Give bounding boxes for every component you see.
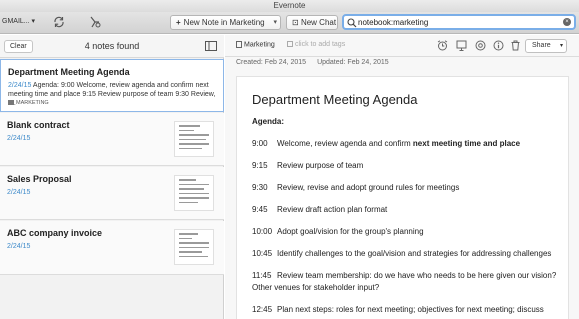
agenda-text: Welcome, review agenda and confirm [277,139,413,148]
created-date: Created: Feb 24, 2015 [236,59,307,66]
agenda-item: 12:45 Plan next steps: roles for next mee… [252,304,557,316]
note-date: 2/24/15 [7,189,31,196]
note-title: Sales Proposal [7,174,72,184]
note-item[interactable]: Sales Proposal 2/24/15 [0,167,224,220]
new-chat-button[interactable]: ⊡ New Chat [286,15,338,30]
tags-field[interactable]: click to add tags [287,41,345,48]
agenda-time: 9:15 [252,161,268,170]
note-snippet-text: Agenda: 9:00 Welcome, review agenda and … [31,82,209,89]
notebook-tag-icon [8,100,14,106]
note-thumbnail [174,229,214,265]
chevron-down-icon[interactable]: ▾ [560,40,563,52]
account-switcher[interactable]: GMAIL... ▾ [2,17,35,25]
agenda-item: 9:30 Review, revise and adopt ground rule… [252,182,557,194]
clear-search-icon[interactable]: × [563,18,571,26]
notebook-icon [236,41,242,48]
reminder-icon[interactable] [437,40,448,51]
agenda-time: 9:30 [252,183,268,192]
editor-toolbar: Marketing click to add tags Share ▾ [225,35,579,57]
note-item[interactable]: ABC company invoice 2/24/15 [0,221,224,275]
agenda-text: Review draft action plan format [277,205,388,214]
notes-count: 4 notes found [84,41,140,51]
agenda-text: Plan next steps: roles for next meeting;… [277,305,544,314]
chat-icon: ⊡ [292,18,301,27]
note-tag-label: MARKETING [16,100,49,106]
view-options-icon[interactable] [205,41,217,51]
agenda-time: 9:00 [252,139,268,148]
note-date: 2/24/15 [8,82,32,89]
agenda-text: Adopt goal/vision for the group's planni… [277,227,424,236]
shortcut-icon[interactable] [475,40,486,51]
present-icon[interactable] [456,40,467,51]
sync-icon[interactable] [52,15,66,29]
agenda-text-bold: next meeting time and place [412,139,521,148]
tag-icon [287,41,293,48]
search-box[interactable]: × [342,14,576,30]
toolbar: GMAIL... ▾ + New Note in Marketing ▾ ⊡ Ne… [0,12,579,34]
note-metadata: Created: Feb 24, 2015 Updated: Feb 24, 20… [236,59,400,66]
activity-icon[interactable] [88,15,102,29]
share-button[interactable]: Share ▾ [525,39,567,53]
agenda-time: 12:45 [252,305,273,314]
agenda-heading: Agenda: [252,117,284,126]
note-title: Department Meeting Agenda [8,67,130,77]
agenda-item: 9:00 Welcome, review agenda and confirm n… [252,138,557,150]
note-list-header: Clear 4 notes found [0,35,224,58]
note-editor: Marketing click to add tags Share ▾ Creat… [225,35,579,319]
note-tag: MARKETING [8,100,49,106]
note-body[interactable]: Department Meeting Agenda Agenda: 9:00 We… [236,76,569,319]
new-note-label: New Note in Marketing [183,18,265,27]
note-thumbnail [174,175,214,211]
chevron-down-icon[interactable]: ▾ [273,16,277,29]
search-input[interactable] [358,16,558,28]
note-item[interactable]: Department Meeting Agenda 2/24/15 Agenda… [0,59,224,112]
share-label: Share [532,42,551,49]
search-icon [347,18,357,28]
document-title: Department Meeting Agenda [252,92,418,107]
window-title: Evernote [0,0,579,12]
agenda-item: 10:00 Adopt goal/vision for the group's p… [252,226,557,238]
note-thumbnail [174,121,214,157]
plus-icon: + [176,18,181,27]
agenda-text: Identify challenges to the goal/vision a… [277,249,552,258]
note-title: Blank contract [7,120,70,130]
agenda-text: Review purpose of team [277,161,364,170]
info-icon[interactable] [493,40,504,51]
note-list: Clear 4 notes found Department Meeting A… [0,35,224,319]
agenda-item: 9:15 Review purpose of team [252,160,557,172]
tags-placeholder: click to add tags [295,41,346,48]
notebook-selector[interactable]: Marketing [236,41,275,48]
new-chat-label: New Chat [300,18,337,27]
agenda-item: 10:45 Identify challenges to the goal/vis… [252,248,557,260]
note-item[interactable]: Blank contract 2/24/15 [0,113,224,166]
agenda-text-2: Other venues for stakeholder input? [252,283,380,292]
note-date: 2/24/15 [7,135,31,142]
new-note-button[interactable]: + New Note in Marketing ▾ [170,15,281,30]
agenda-time: 9:45 [252,205,268,214]
agenda-time: 11:45 [252,271,272,280]
notebook-label: Marketing [244,41,275,49]
updated-date: Updated: Feb 24, 2015 [317,59,389,66]
agenda-text: Review team membership: do we have who n… [277,271,557,280]
note-date: 2/24/15 [7,243,31,250]
agenda-item: 11:45 Review team membership: do we have … [252,270,557,294]
note-title: ABC company invoice [7,228,103,238]
agenda-item: 9:45 Review draft action plan format [252,204,557,216]
trash-icon[interactable] [510,40,521,51]
agenda-text: Review, revise and adopt ground rules fo… [277,183,460,192]
agenda-time: 10:00 [252,227,273,236]
agenda-time: 10:45 [252,249,273,258]
